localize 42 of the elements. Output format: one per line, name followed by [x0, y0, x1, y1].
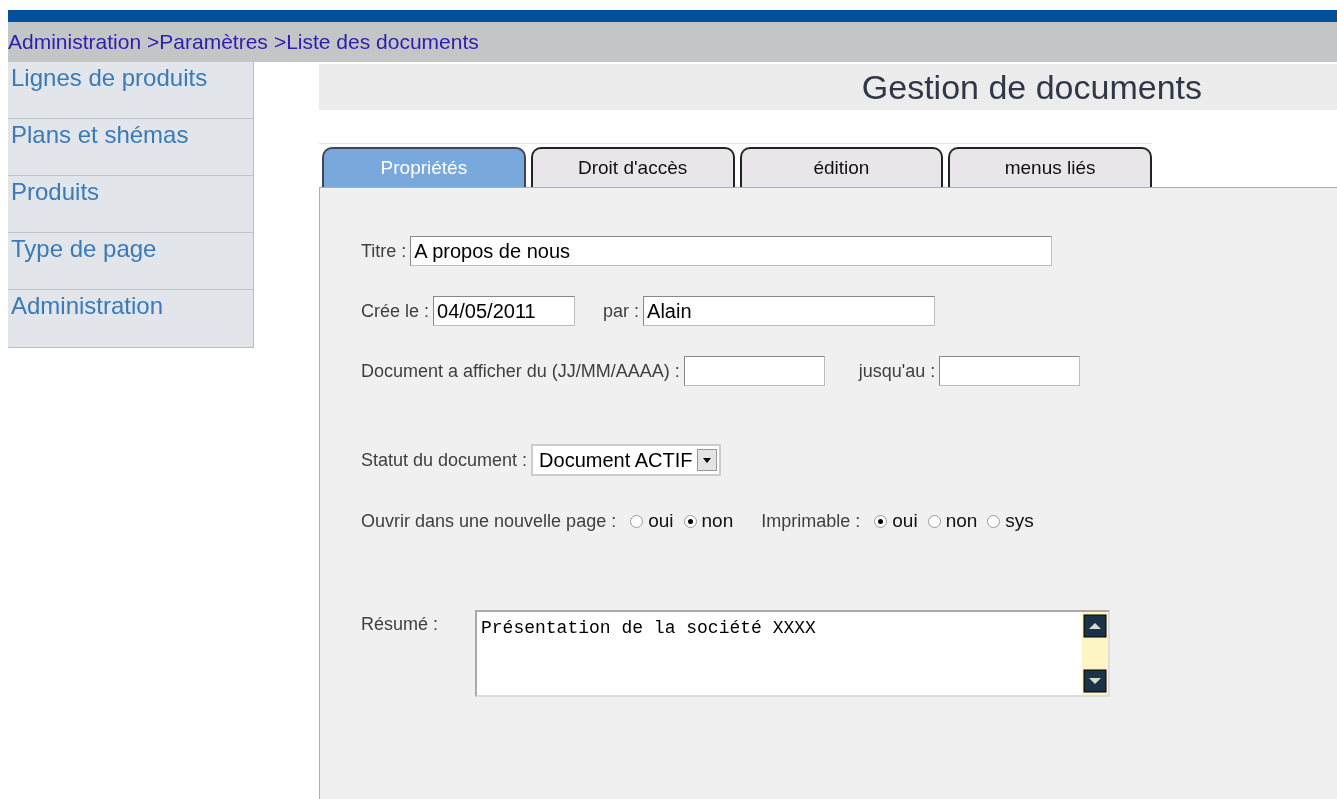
tab[interactable]: Droit d'accès — [530, 147, 735, 187]
input-field[interactable] — [683, 356, 825, 386]
input-field[interactable]: Alain — [643, 296, 936, 326]
field-label: Statut du document : — [361, 449, 528, 471]
radio-label: oui — [892, 510, 918, 532]
field-label: Document a afficher du (JJ/MM/AAAA) : — [361, 360, 680, 382]
field-label: jusqu'au : — [858, 360, 936, 382]
radio-button[interactable] — [683, 514, 697, 528]
input-field[interactable]: 04/05/2011 — [433, 296, 576, 326]
breadcrumb-link[interactable]: >Liste des documents — [273, 30, 479, 54]
input-field[interactable]: A propos de nous — [410, 236, 1053, 266]
radio-label: oui — [648, 510, 674, 532]
field-label: Titre : — [361, 240, 407, 262]
radio-button[interactable] — [987, 514, 1001, 528]
radio-label: non — [701, 510, 734, 532]
radio-button[interactable] — [630, 514, 644, 528]
sidebar-item[interactable]: Administration — [8, 290, 253, 347]
radio-button[interactable] — [874, 514, 888, 528]
scroll-down-icon[interactable] — [1083, 669, 1107, 693]
tab[interactable]: menus liés — [948, 147, 1152, 187]
field-label: par : — [603, 300, 640, 322]
page-title: Gestion de documents — [861, 67, 1202, 107]
sidebar-item[interactable]: Type de page — [8, 233, 253, 290]
caret-icon — [696, 449, 717, 471]
field-label: Crée le : — [361, 300, 430, 322]
field-label: Résumé : — [361, 614, 440, 635]
scrollbar[interactable] — [1082, 612, 1108, 695]
breadcrumb-link[interactable]: >Paramètres — [147, 30, 268, 54]
tab[interactable]: édition — [739, 147, 944, 187]
scroll-up-icon[interactable] — [1083, 614, 1107, 638]
sidebar-item[interactable]: Plans et shémas — [8, 119, 253, 176]
radio-button[interactable] — [927, 514, 941, 528]
input-field[interactable] — [939, 356, 1081, 386]
field-label: Ouvrir dans une nouvelle page : — [361, 510, 617, 532]
sidebar-item[interactable]: Lignes de produits — [8, 62, 253, 119]
breadcrumb-link[interactable]: Administration — [8, 30, 142, 54]
radio-label: sys — [1005, 510, 1034, 532]
field-label: Imprimable : — [761, 510, 861, 532]
radio-label: non — [945, 510, 978, 532]
summary-textarea[interactable]: Présentation de la société XXXX — [475, 610, 1110, 697]
sidebar-item[interactable]: Produits — [8, 176, 253, 233]
status-dropdown[interactable]: Document ACTIF — [531, 444, 721, 476]
